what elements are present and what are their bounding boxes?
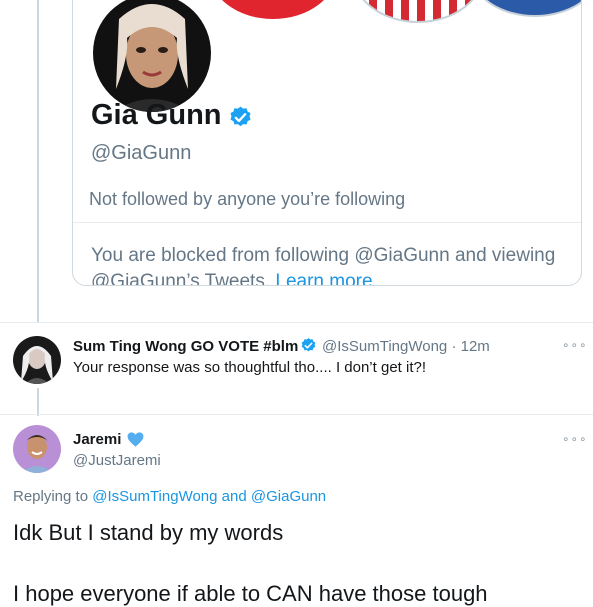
learn-more-link[interactable]: Learn more [275, 271, 372, 285]
tweet-avatar[interactable] [13, 425, 61, 473]
tweet-author-handle[interactable]: @JustJaremi [73, 452, 161, 469]
verified-badge-icon [301, 338, 316, 352]
tweet-divider [0, 414, 593, 415]
tweet-author-name[interactable]: Jaremi [73, 431, 121, 448]
profile-card[interactable]: ★ Gia Gunn @GiaGunn Not followed by anyo… [72, 0, 582, 286]
profile-name[interactable]: Gia Gunn [91, 99, 222, 132]
tweet-avatar-image [13, 336, 61, 384]
tweet-meta: @IsSumTingWong · 12m [322, 338, 490, 355]
tweet-text: Your response was so thoughtful tho.... … [73, 359, 427, 376]
thread-line-top [37, 0, 39, 322]
meta-separator: · [451, 338, 457, 355]
profile-avatar-image [93, 0, 211, 112]
tweet-author-name[interactable]: Sum Ting Wong GO VOTE #blm [73, 338, 298, 355]
replying-to: Replying to @IsSumTingWong and @GiaGunn [13, 488, 326, 505]
replying-user-link[interactable]: @GiaGunn [251, 488, 326, 505]
profile-handle: @GiaGunn [91, 142, 192, 164]
more-options-icon[interactable]: ∘∘∘ [562, 338, 588, 352]
thread-line-middle [37, 388, 39, 416]
tweet-avatar-image [13, 425, 61, 473]
tweet-text-line: Idk But I stand by my words [13, 520, 284, 545]
blocked-notice: You are blocked from following @GiaGunn … [91, 243, 571, 285]
tweet-divider [0, 322, 593, 323]
replying-prefix: Replying to [13, 488, 89, 505]
more-options-icon[interactable]: ∘∘∘ [562, 432, 588, 446]
tweet-text-line: I hope everyone if able to CAN have thos… [13, 581, 488, 606]
follow-status: Not followed by anyone you’re following [89, 189, 406, 209]
tweet-timestamp[interactable]: 12m [461, 338, 490, 355]
blue-heart-icon [127, 432, 144, 447]
card-divider [73, 222, 581, 223]
banner-red-circle [208, 0, 338, 19]
banner-blue-circle: ★ [471, 0, 581, 17]
tweet-author-handle[interactable]: @IsSumTingWong [322, 338, 447, 355]
profile-avatar[interactable] [90, 0, 214, 115]
banner-flag-circle [351, 0, 485, 23]
verified-badge-icon [230, 106, 251, 127]
tweet-avatar[interactable] [13, 336, 61, 384]
replying-and: and [221, 488, 247, 505]
replying-user-link[interactable]: @IsSumTingWong [92, 488, 217, 505]
